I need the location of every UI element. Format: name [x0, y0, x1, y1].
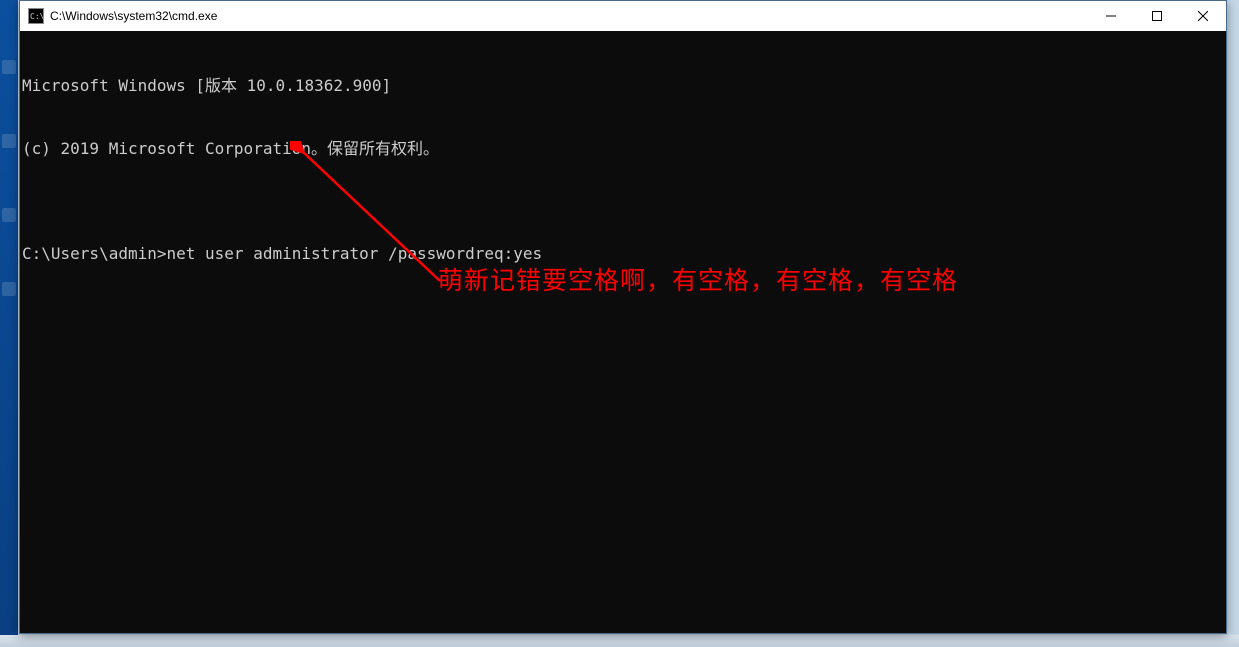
prompt-path: C:\Users\admin>: [22, 244, 167, 263]
svg-text:C:\: C:\: [30, 12, 44, 21]
desktop-left-strip: [0, 0, 18, 647]
window-title: C:\Windows\system32\cmd.exe: [50, 9, 217, 23]
minimize-button[interactable]: [1088, 1, 1134, 31]
typed-command: net user administrator /passwordreq:yes: [167, 244, 543, 263]
close-button[interactable]: [1180, 1, 1226, 31]
terminal-line: Microsoft Windows [版本 10.0.18362.900]: [20, 75, 1226, 96]
maximize-button[interactable]: [1134, 1, 1180, 31]
annotation-text: 萌新记错要空格啊，有空格，有空格，有空格: [438, 271, 958, 292]
terminal-line: (c) 2019 Microsoft Corporation。保留所有权利。: [20, 138, 1226, 159]
cmd-icon: C:\: [28, 8, 44, 24]
annotation-overlay: 萌新记错要空格啊，有空格，有空格，有空格: [20, 31, 1226, 633]
arrow-icon: [290, 141, 450, 291]
window-titlebar[interactable]: C:\ C:\Windows\system32\cmd.exe: [20, 1, 1226, 31]
terminal-area[interactable]: Microsoft Windows [版本 10.0.18362.900] (c…: [20, 31, 1226, 633]
cmd-window: C:\ C:\Windows\system32\cmd.exe Microsof…: [19, 0, 1227, 634]
taskbar-sliver: [0, 635, 1239, 647]
terminal-prompt-line: C:\Users\admin>net user administrator /p…: [20, 243, 1226, 264]
